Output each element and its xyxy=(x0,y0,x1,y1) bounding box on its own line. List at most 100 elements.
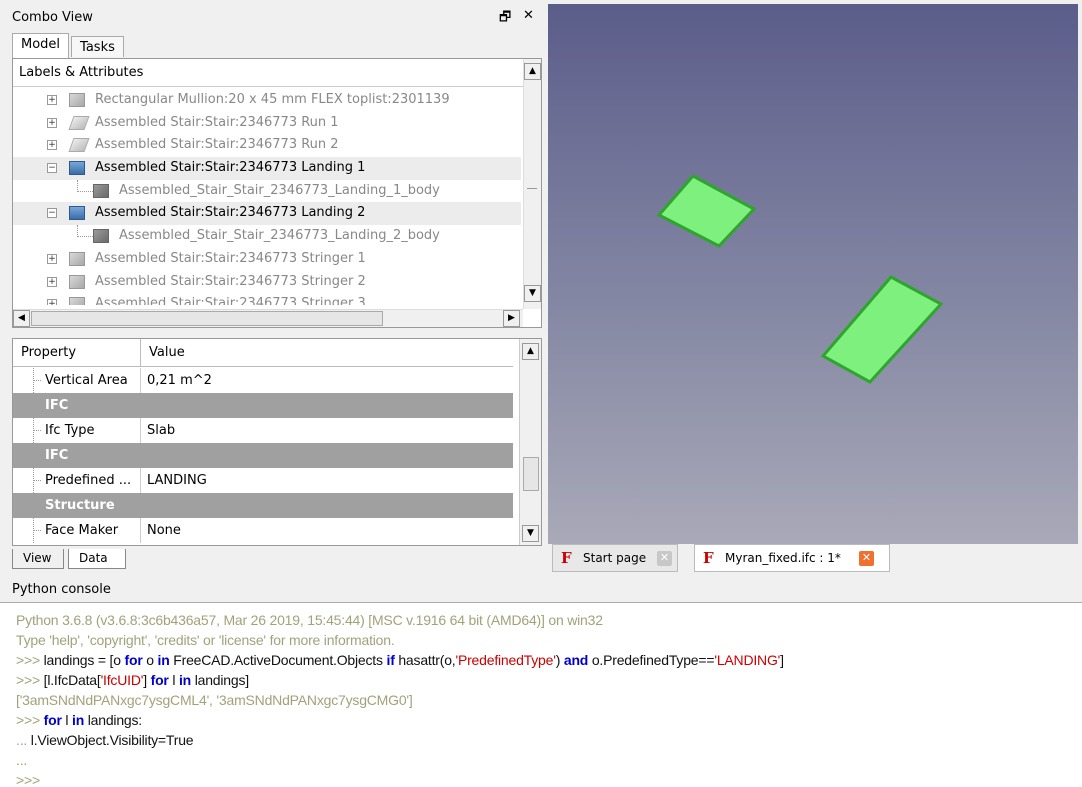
property-rows: Vertical Area 0,21 m^2 IFC Ifc Type Slab… xyxy=(13,368,513,543)
tree-item[interactable]: + Assembled Stair:Stair:2346773 Run 1 xyxy=(13,112,521,135)
solid-icon xyxy=(93,229,109,244)
close-panel-icon[interactable]: ✕ xyxy=(523,8,534,23)
freecad-icon: F xyxy=(703,549,714,567)
model-tree: Labels & Attributes + Rectangular Mullio… xyxy=(12,58,542,328)
scroll-thumb[interactable] xyxy=(31,311,383,326)
scroll-thumb[interactable] xyxy=(527,185,537,189)
scroll-left-icon[interactable]: ◀ xyxy=(13,310,30,327)
tree-item[interactable]: − Assembled Stair:Stair:2346773 Landing … xyxy=(13,157,521,180)
tab-label: Start page xyxy=(583,551,647,565)
tab-tasks[interactable]: Tasks xyxy=(71,36,124,57)
tree-item-label: Rectangular Mullion:20 x 45 mm FLEX topl… xyxy=(95,92,450,107)
code: FreeCAD.ActiveDocument.Objects xyxy=(169,652,387,668)
property-editor: Property Value Vertical Area 0,21 m^2 IF… xyxy=(12,338,542,546)
console-line: >>> for l in landings: xyxy=(16,712,142,728)
solid-icon xyxy=(93,183,109,198)
keyword: for xyxy=(150,672,169,688)
landing-1-shape[interactable] xyxy=(656,174,757,248)
scroll-up-icon[interactable]: ▲ xyxy=(524,63,541,80)
landing-icon xyxy=(69,206,85,221)
tab-start-page[interactable]: F Start page ✕ xyxy=(552,544,678,572)
expand-icon[interactable]: + xyxy=(47,95,57,105)
expand-icon[interactable]: + xyxy=(47,253,57,264)
property-vertical-scrollbar[interactable]: ▲ ▼ xyxy=(519,339,541,545)
tree-header: Labels & Attributes xyxy=(13,59,541,87)
keyword: for xyxy=(124,652,143,668)
python-console-title: Python console xyxy=(12,582,111,597)
tree-vertical-scrollbar[interactable]: ▲ ▼ xyxy=(523,59,541,309)
string: 'IfcUID' xyxy=(100,672,144,688)
property-value[interactable]: None xyxy=(141,518,181,543)
tree-item[interactable]: + Assembled Stair:Stair:2346773 Run 2 xyxy=(13,134,521,157)
code: ] xyxy=(780,652,784,668)
property-group: Structure xyxy=(13,493,513,518)
close-icon[interactable]: ✕ xyxy=(657,551,672,566)
keyword: in xyxy=(178,672,192,688)
scroll-right-icon[interactable]: ▶ xyxy=(503,310,520,327)
keyword: in xyxy=(157,652,170,668)
python-console[interactable]: Python 3.6.8 (v3.6.8:3c6b436a57, Mar 26 … xyxy=(0,602,1082,787)
code: landings: xyxy=(84,712,142,728)
tree-horizontal-scrollbar[interactable]: ◀ ▶ xyxy=(13,309,523,327)
tree-item[interactable]: Assembled_Stair_Stair_2346773_Landing_1_… xyxy=(13,179,521,203)
tree-item-label: Assembled_Stair_Stair_2346773_Landing_1_… xyxy=(119,182,440,198)
tab-view[interactable]: View xyxy=(12,549,64,569)
box-icon xyxy=(69,274,85,289)
stair-icon xyxy=(68,115,90,130)
expand-icon[interactable]: + xyxy=(47,299,57,305)
3d-scene xyxy=(656,174,944,384)
tree-item[interactable]: Assembled_Stair_Stair_2346773_Landing_2_… xyxy=(13,225,521,248)
property-value[interactable]: 0,21 m^2 xyxy=(141,368,212,393)
freecad-window: Combo View 🗗 ✕ Model Tasks Labels & Attr… xyxy=(0,0,1082,787)
code: l.ViewObject.Visibility=True xyxy=(30,732,194,748)
scroll-down-icon[interactable]: ▼ xyxy=(524,285,541,302)
property-header: Property Value xyxy=(13,339,513,367)
property-row[interactable]: Face Maker None xyxy=(13,518,513,543)
property-group: IFC Attributes xyxy=(13,443,513,488)
close-icon[interactable]: ✕ xyxy=(859,551,874,566)
property-row[interactable]: Predefined ... LANDING xyxy=(13,468,513,493)
property-group-label: Structure xyxy=(45,498,115,513)
keyword: in xyxy=(72,712,85,728)
tree-item[interactable]: − Assembled Stair:Stair:2346773 Landing … xyxy=(13,202,521,226)
3d-viewport[interactable] xyxy=(548,4,1078,544)
property-row[interactable]: Vertical Area 0,21 m^2 xyxy=(13,368,513,393)
landing-2-shape[interactable] xyxy=(820,275,944,384)
property-row[interactable]: Ifc Type Slab xyxy=(13,418,513,443)
expand-icon[interactable]: + xyxy=(47,140,57,151)
tree-item[interactable]: + Assembled Stair:Stair:2346773 Stringer… xyxy=(13,271,521,294)
tab-model[interactable]: Model xyxy=(12,33,70,58)
code: landings] xyxy=(191,672,249,688)
tree-item[interactable]: + Rectangular Mullion:20 x 45 mm FLEX to… xyxy=(13,89,521,112)
console-line: >>> [l.IfcData['IfcUID'] for l in landin… xyxy=(16,672,249,688)
console-input-prompt[interactable]: >>> xyxy=(16,772,40,787)
code: hasattr(o, xyxy=(394,652,456,668)
tree-item[interactable]: + Assembled Stair:Stair:2346773 Stringer… xyxy=(13,293,521,305)
value-column-header[interactable]: Value xyxy=(141,339,185,366)
console-prompt: >>> xyxy=(16,672,40,688)
expand-icon[interactable]: + xyxy=(47,276,57,287)
tab-myran-fixed[interactable]: F Myran_fixed.ifc : 1* ✕ xyxy=(694,544,890,572)
tree-item[interactable]: + Assembled Stair:Stair:2346773 Stringer… xyxy=(13,248,521,271)
property-key: Predefined ... xyxy=(13,468,141,493)
property-value[interactable]: Slab xyxy=(141,418,175,443)
code: o xyxy=(142,652,158,668)
keyword: and xyxy=(563,652,589,668)
scroll-up-icon[interactable]: ▲ xyxy=(522,343,539,360)
console-prompt: ... xyxy=(16,752,28,768)
collapse-icon[interactable]: − xyxy=(47,208,57,219)
property-column-header[interactable]: Property xyxy=(13,339,141,366)
tab-label: Myran_fixed.ifc : 1* xyxy=(725,551,841,565)
console-prompt: >>> xyxy=(16,712,40,728)
scroll-thumb[interactable] xyxy=(523,457,539,491)
tab-data[interactable]: Data xyxy=(68,549,126,569)
float-panel-icon[interactable]: 🗗 xyxy=(499,8,511,30)
property-group-label: IFC xyxy=(45,398,69,413)
expand-icon[interactable]: + xyxy=(47,117,57,128)
collapse-icon[interactable]: − xyxy=(47,163,57,174)
property-group: IFC xyxy=(13,393,513,418)
scroll-down-icon[interactable]: ▼ xyxy=(522,525,539,542)
tree-rows: + Rectangular Mullion:20 x 45 mm FLEX to… xyxy=(13,89,521,305)
property-value[interactable]: LANDING xyxy=(141,468,207,493)
keyword: for xyxy=(43,712,62,728)
